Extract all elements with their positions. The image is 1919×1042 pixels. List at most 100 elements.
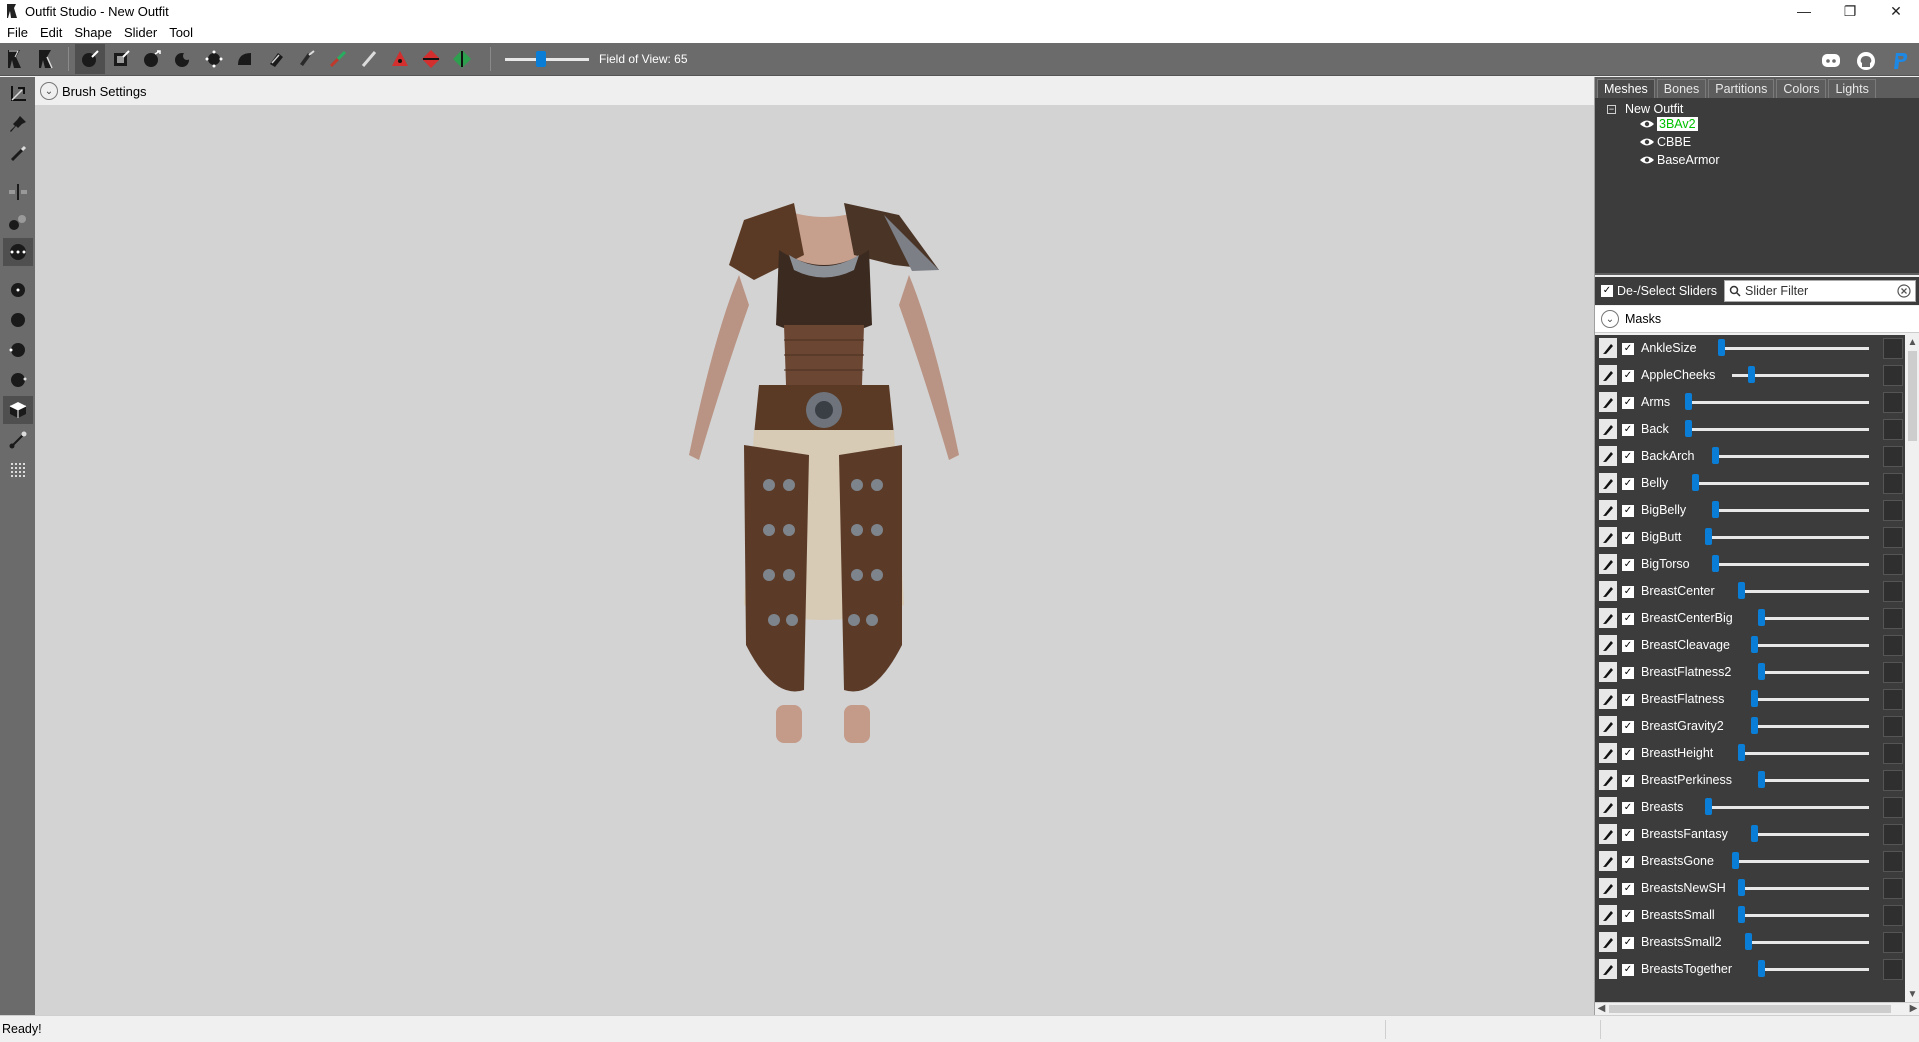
slider-track[interactable] — [1758, 671, 1869, 674]
slider-thumb[interactable] — [1685, 420, 1692, 437]
sphere-cut-icon[interactable] — [3, 336, 33, 364]
standard-brush-icon[interactable] — [75, 44, 105, 74]
slider-enable-checkbox[interactable]: ✓ — [1622, 559, 1634, 571]
split-edge-icon[interactable] — [447, 44, 477, 74]
minimize-button[interactable]: — — [1781, 0, 1827, 22]
flip-edge-icon[interactable] — [416, 44, 446, 74]
slider-track[interactable] — [1685, 401, 1869, 404]
menu-slider[interactable]: Slider — [118, 25, 163, 40]
brush-settings-bar[interactable]: ⌄ Brush Settings — [35, 77, 1594, 105]
edit-slider-button[interactable] — [1599, 905, 1617, 925]
edit-slider-button[interactable] — [1599, 851, 1617, 871]
slider-filter-input[interactable]: Slider Filter — [1724, 280, 1916, 302]
slider-enable-checkbox[interactable]: ✓ — [1622, 532, 1634, 544]
slider-value-box[interactable] — [1883, 419, 1903, 440]
slider-track[interactable] — [1692, 482, 1869, 485]
edit-slider-button[interactable] — [1599, 878, 1617, 898]
slider-enable-checkbox[interactable]: ✓ — [1622, 883, 1634, 895]
menu-shape[interactable]: Shape — [68, 25, 118, 40]
slider-track[interactable] — [1751, 644, 1869, 647]
slider-enable-checkbox[interactable]: ✓ — [1622, 370, 1634, 382]
slider-track[interactable] — [1758, 779, 1869, 782]
edit-slider-button[interactable] — [1599, 716, 1617, 736]
tab-lights[interactable]: Lights — [1828, 79, 1876, 98]
menu-file[interactable]: File — [1, 25, 34, 40]
edit-slider-button[interactable] — [1599, 824, 1617, 844]
slider-thumb[interactable] — [1751, 636, 1758, 653]
pin-icon[interactable] — [3, 110, 33, 138]
slider-value-box[interactable] — [1883, 446, 1903, 467]
slider-enable-checkbox[interactable]: ✓ — [1622, 478, 1634, 490]
slider-thumb[interactable] — [1758, 960, 1765, 977]
menu-tool[interactable]: Tool — [163, 25, 199, 40]
slider-enable-checkbox[interactable]: ✓ — [1622, 937, 1634, 949]
slider-value-box[interactable] — [1883, 743, 1903, 764]
slider-value-box[interactable] — [1883, 662, 1903, 683]
color-brush-icon[interactable] — [354, 44, 384, 74]
fov-slider-thumb[interactable] — [536, 51, 546, 67]
mesh-item-3bav2[interactable]: 3BAv2 — [1639, 117, 1698, 131]
menu-edit[interactable]: Edit — [34, 25, 68, 40]
slider-value-box[interactable] — [1883, 608, 1903, 629]
edit-slider-button[interactable] — [1599, 608, 1617, 628]
slider-track[interactable] — [1738, 914, 1869, 917]
edit-slider-button[interactable] — [1599, 419, 1617, 439]
edit-slider-button[interactable] — [1599, 446, 1617, 466]
slider-enable-checkbox[interactable]: ✓ — [1622, 397, 1634, 409]
edit-slider-button[interactable] — [1599, 554, 1617, 574]
slider-thumb[interactable] — [1751, 825, 1758, 842]
slider-thumb[interactable] — [1751, 717, 1758, 734]
slider-track[interactable] — [1732, 860, 1869, 863]
tab-bones[interactable]: Bones — [1656, 79, 1707, 98]
edit-slider-button[interactable] — [1599, 473, 1617, 493]
close-button[interactable]: ✕ — [1873, 0, 1919, 22]
slider-value-box[interactable] — [1883, 878, 1903, 899]
edit-slider-button[interactable] — [1599, 959, 1617, 979]
slider-value-box[interactable] — [1883, 338, 1903, 359]
slider-value-box[interactable] — [1883, 365, 1903, 386]
slider-thumb[interactable] — [1738, 906, 1745, 923]
global-brush-icon[interactable] — [2, 238, 33, 266]
slider-thumb[interactable] — [1712, 555, 1719, 572]
slider-value-box[interactable] — [1883, 581, 1903, 602]
slider-thumb[interactable] — [1718, 339, 1725, 356]
slider-value-box[interactable] — [1883, 797, 1903, 818]
scroll-left-icon[interactable]: ◀ — [1595, 1002, 1608, 1015]
eye-icon[interactable] — [1639, 155, 1655, 165]
smooth-brush-icon[interactable] — [230, 44, 260, 74]
slider-thumb[interactable] — [1751, 690, 1758, 707]
slider-enable-checkbox[interactable]: ✓ — [1622, 910, 1634, 922]
slider-thumb[interactable] — [1758, 609, 1765, 626]
slider-enable-checkbox[interactable]: ✓ — [1622, 613, 1634, 625]
slider-track[interactable] — [1718, 347, 1869, 350]
edit-slider-button[interactable] — [1599, 770, 1617, 790]
slider-track[interactable] — [1738, 887, 1869, 890]
slider-value-box[interactable] — [1883, 554, 1903, 575]
slider-thumb[interactable] — [1745, 933, 1752, 950]
weight-brush-icon[interactable] — [323, 44, 353, 74]
transform-tool-icon[interactable] — [31, 44, 61, 74]
mask-brush-icon[interactable] — [106, 44, 136, 74]
grid-icon[interactable] — [3, 456, 33, 484]
tab-partitions[interactable]: Partitions — [1708, 79, 1775, 98]
github-icon[interactable] — [1853, 46, 1879, 76]
3d-viewport[interactable]: ⌄ Brush Settings — [35, 77, 1594, 1015]
edit-slider-button[interactable] — [1599, 797, 1617, 817]
slider-enable-checkbox[interactable]: ✓ — [1622, 964, 1634, 976]
slider-track[interactable] — [1751, 725, 1869, 728]
slider-thumb[interactable] — [1685, 393, 1692, 410]
edit-slider-button[interactable] — [1599, 689, 1617, 709]
slider-enable-checkbox[interactable]: ✓ — [1622, 748, 1634, 760]
connected-icon[interactable] — [3, 208, 33, 236]
edit-slider-button[interactable] — [1599, 527, 1617, 547]
slider-value-box[interactable] — [1883, 959, 1903, 980]
slider-thumb[interactable] — [1692, 474, 1699, 491]
deselect-sliders-checkbox[interactable]: ✓ — [1601, 285, 1613, 297]
move-brush-icon[interactable] — [199, 44, 229, 74]
slider-track[interactable] — [1751, 698, 1869, 701]
slider-track[interactable] — [1705, 806, 1869, 809]
slider-track[interactable] — [1712, 563, 1869, 566]
tab-meshes[interactable]: Meshes — [1597, 79, 1655, 98]
slider-enable-checkbox[interactable]: ✓ — [1622, 667, 1634, 679]
slider-thumb[interactable] — [1738, 582, 1745, 599]
